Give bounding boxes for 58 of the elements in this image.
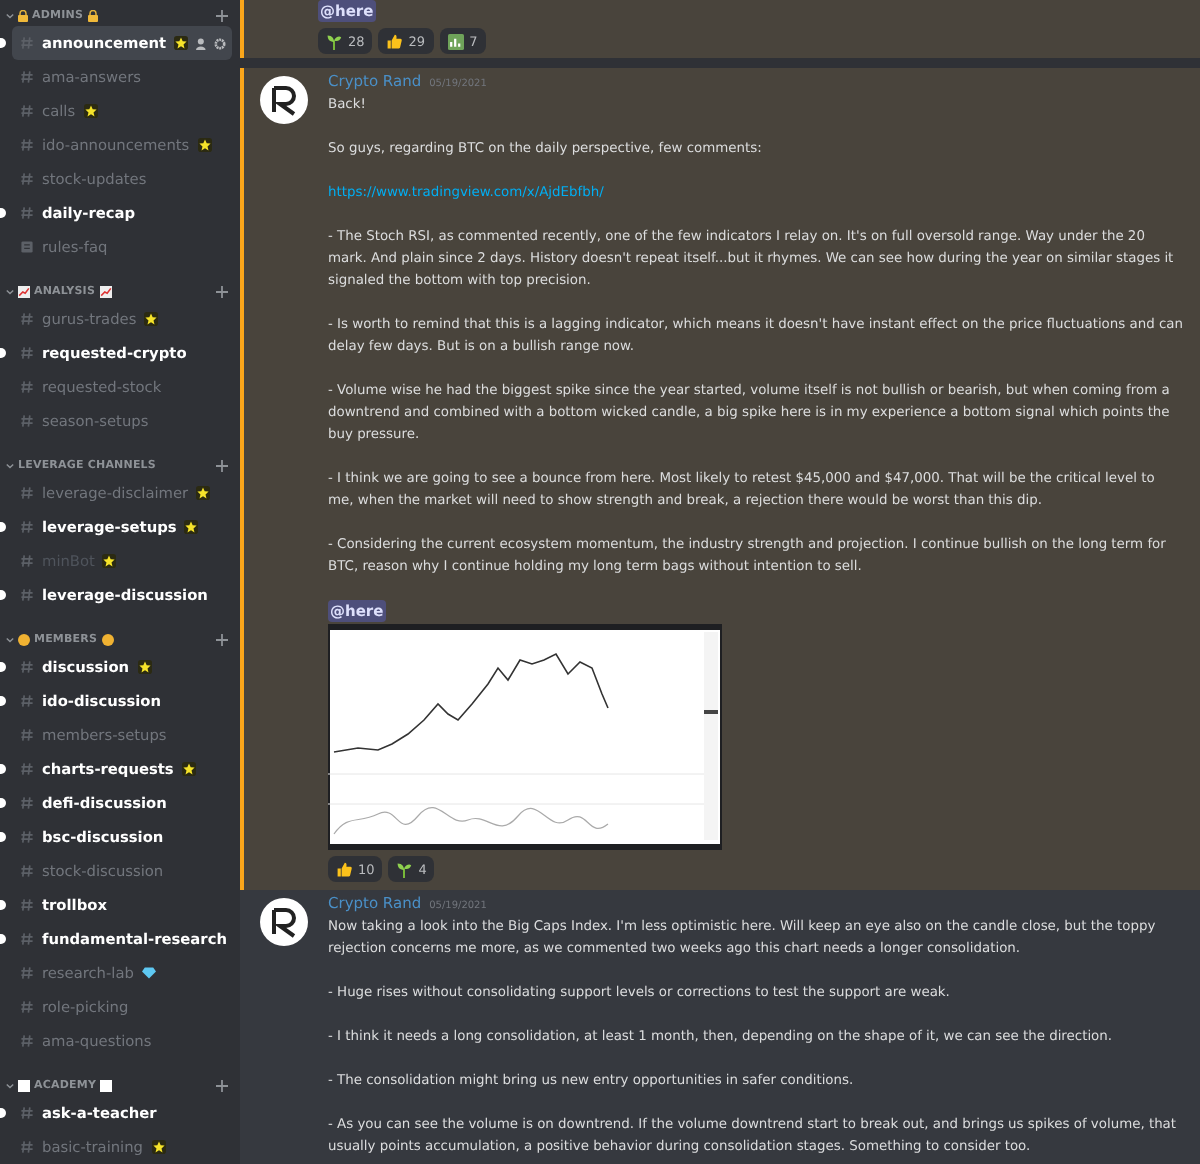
hash-icon: [20, 796, 34, 810]
avatar[interactable]: [260, 76, 308, 124]
avatar-logo-icon: [270, 906, 298, 938]
add-channel-icon[interactable]: [216, 1079, 228, 1091]
add-channel-icon[interactable]: [216, 633, 228, 645]
hash-icon: [20, 588, 34, 602]
hash-icon: [20, 830, 34, 844]
hash-icon: [20, 104, 34, 118]
avatar[interactable]: [260, 898, 308, 946]
add-channel-icon[interactable]: [216, 459, 228, 471]
hash-icon: [20, 346, 34, 360]
chevron-icon[interactable]: [6, 461, 14, 469]
sprout-icon: [326, 33, 342, 49]
hash-icon: [20, 1106, 34, 1120]
hash-icon: [20, 206, 34, 220]
add-channel-icon[interactable]: [216, 9, 228, 21]
hash-icon: [20, 554, 34, 568]
chart-icon: [99, 285, 112, 297]
hash-icon: [20, 728, 34, 742]
rules-icon: [20, 240, 34, 254]
hash-icon: [20, 898, 34, 912]
chevron-icon[interactable]: [6, 287, 14, 295]
avatar-logo-icon: [270, 84, 298, 116]
chart-icon: [447, 33, 464, 49]
hash-icon: [20, 1034, 34, 1048]
square-icon: [18, 1079, 30, 1091]
hash-icon: [20, 312, 34, 326]
coin-icon: [101, 633, 114, 645]
hash-icon: [20, 414, 34, 428]
lock-icon: [87, 9, 98, 21]
hash-icon: [20, 1140, 34, 1154]
chart-icon: [18, 285, 30, 297]
hash-icon: [20, 172, 34, 186]
hash-icon: [20, 694, 34, 708]
add-channel-icon[interactable]: [216, 285, 228, 297]
add-member-icon[interactable]: [196, 37, 209, 49]
hash-icon: [20, 966, 34, 980]
lock-icon: [18, 9, 28, 21]
hash-icon: [20, 138, 34, 152]
chevron-icon[interactable]: [6, 11, 14, 19]
chevron-icon[interactable]: [6, 1081, 14, 1089]
coin-icon: [18, 633, 30, 645]
hash-icon: [20, 1000, 34, 1014]
square-icon: [100, 1079, 113, 1091]
sprout-icon: [396, 861, 413, 877]
hash-icon: [20, 660, 34, 674]
chevron-icon[interactable]: [6, 635, 14, 643]
hash-icon: [20, 762, 34, 776]
hash-icon: [20, 932, 34, 946]
hash-icon: [20, 36, 34, 50]
thumbs-up-icon: [336, 861, 352, 877]
hash-icon: [20, 520, 34, 534]
hash-icon: [20, 864, 34, 878]
thumbs-up-icon: [386, 33, 403, 49]
settings-icon[interactable]: [214, 37, 227, 49]
hash-icon: [20, 486, 34, 500]
hash-icon: [20, 70, 34, 84]
hash-icon: [20, 380, 34, 394]
